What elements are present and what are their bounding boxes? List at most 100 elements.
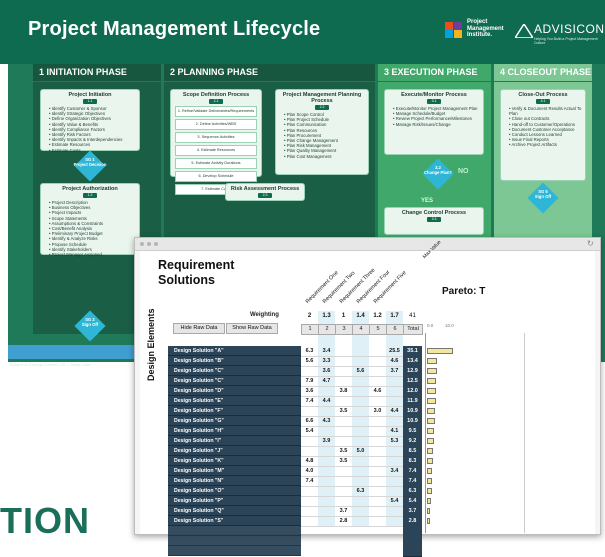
pareto-bar: [427, 468, 432, 474]
pareto-bar: [427, 498, 431, 504]
column-sort-button[interactable]: 1: [301, 324, 319, 335]
window-zoom-button[interactable]: [154, 242, 158, 246]
project-initiation-title: Project Initiation: [68, 92, 112, 98]
pareto-bar: [427, 348, 453, 354]
spreadsheet-content: Requirement Solutions Weighting Max Value…: [140, 239, 595, 557]
no-label: NO: [458, 168, 469, 175]
timeline-strip: [8, 345, 138, 359]
design-solution-row-label[interactable]: Design Solution "Q": [168, 506, 301, 516]
execute-monitor-list: Execute/Monitor Project Management PlanM…: [393, 106, 483, 127]
scope-step: 6. Develop Schedule: [175, 171, 257, 182]
pareto-bar: [427, 358, 437, 364]
risk-assessment-title: Risk Assessment Process: [230, 186, 300, 192]
design-solution-row-label[interactable]: Design Solution "D": [168, 386, 301, 396]
phase-header-execution: 3 EXECUTION PHASE: [378, 64, 491, 81]
weight-cell[interactable]: 1.7: [386, 311, 403, 321]
change-control-badge: 3.3: [427, 217, 441, 222]
weight-cell[interactable]: 2: [301, 311, 318, 321]
design-solution-row-label[interactable]: Design Solution "P": [168, 496, 301, 506]
design-solution-row-label[interactable]: Design Solution "A": [168, 346, 301, 356]
window-close-button[interactable]: [140, 242, 144, 246]
close-out-box: Close-Out Process 4.1 Verify & Document …: [500, 89, 586, 181]
list-item: Project Manager Assigned: [49, 252, 139, 257]
pareto-bar: [427, 508, 430, 514]
refresh-icon[interactable]: ↻: [587, 239, 594, 248]
list-item: Estimate Costs: [49, 148, 139, 153]
total-sort-button[interactable]: Total: [403, 324, 423, 335]
close-out-title: Close-Out Process: [518, 92, 568, 98]
phase-header-initiation: 1 INITIATION PHASE: [33, 64, 161, 81]
weight-cell[interactable]: 1: [335, 311, 352, 321]
column-sort-button[interactable]: 6: [386, 324, 404, 335]
weight-cell[interactable]: 1.3: [318, 311, 335, 321]
score-cell[interactable]: [369, 516, 386, 527]
pareto-bar: [427, 368, 437, 374]
design-solution-row-label[interactable]: Design Solution "C": [168, 366, 301, 376]
pareto-bar: [427, 378, 436, 384]
pareto-bar: [427, 408, 435, 414]
column-sort-button[interactable]: 3: [335, 324, 353, 335]
close-out-list: Verify & Document Results Actual To Plan…: [509, 106, 585, 148]
design-solution-row-label[interactable]: Design Solution "N": [168, 476, 301, 486]
list-item: Review Project Performance/Milestones: [393, 116, 483, 121]
column-sort-button[interactable]: 5: [369, 324, 387, 335]
score-cell[interactable]: [318, 516, 335, 527]
advisicon-logo-icon: [515, 24, 533, 38]
design-solution-row-label[interactable]: Design Solution "J": [168, 446, 301, 456]
pm-planning-title: Project Management Planning Process: [282, 92, 362, 104]
weight-cell[interactable]: 1.2: [369, 311, 386, 321]
design-solution-row-label[interactable]: Design Solution "M": [168, 466, 301, 476]
score-cell[interactable]: [301, 516, 318, 527]
weight-cell[interactable]: 1.4: [352, 311, 369, 321]
pareto-bar: [427, 428, 434, 434]
scope-step: 2. Define Activities/WBS: [175, 119, 257, 130]
scope-definition-title: Scope Definition Process: [182, 92, 250, 98]
pareto-bar: [427, 388, 436, 394]
design-solution-row-label[interactable]: Design Solution "B": [168, 356, 301, 366]
risk-assessment-box: Risk Assessment Process 2.3: [225, 183, 305, 201]
list-item: Verify & Document Results Actual To Plan: [509, 106, 585, 116]
score-cell[interactable]: [386, 516, 403, 527]
design-solution-row-label[interactable]: Design Solution "I": [168, 436, 301, 446]
pm-planning-badge: 2.2: [315, 105, 329, 110]
design-solution-row-label[interactable]: Design Solution "C": [168, 376, 301, 386]
change-control-title: Change Control Process: [401, 210, 467, 216]
pm-planning-list: Plan Scope ControlPlan Project ScheduleP…: [284, 112, 368, 159]
advisicon-logo-text: ADVISICON: [534, 22, 605, 36]
project-authorization-list: Project DescriptionBusiness ObjectivesPr…: [49, 200, 139, 257]
design-solution-row-label[interactable]: Design Solution "G": [168, 416, 301, 426]
pareto-bar: [427, 478, 432, 484]
project-authorization-box: Project Authorization 1.2 Project Descri…: [40, 183, 140, 257]
empty-row: [168, 546, 301, 556]
pareto-bar: [427, 448, 433, 454]
column-sort-button[interactable]: 2: [318, 324, 336, 335]
design-solution-row-label[interactable]: Design Solution "K": [168, 456, 301, 466]
project-initiation-list: Identify Customer & SponsorIdentify Stra…: [49, 106, 139, 153]
empty-row: [168, 526, 301, 536]
score-cell[interactable]: 2.8: [335, 516, 352, 527]
yes-label: YES: [421, 198, 434, 204]
phase-header-closeout: 4 CLOSEOUT PHASE: [494, 64, 592, 81]
scope-definition-badge: 2.1: [209, 99, 223, 104]
design-solution-row-label[interactable]: Design Solution "O": [168, 486, 301, 496]
empty-total-cell: [403, 546, 422, 557]
score-cell[interactable]: [352, 516, 369, 527]
pareto-frame: [425, 333, 525, 533]
pmi-logo-text: Project Management Institute.: [467, 19, 504, 38]
design-solution-row-label[interactable]: Design Solution "S": [168, 516, 301, 526]
closeout-sign-off-label: SG 5 Sign Off: [534, 189, 552, 199]
pareto-bar: [427, 438, 434, 444]
design-solution-row-label[interactable]: Design Solution "E": [168, 396, 301, 406]
pareto-bar: [427, 458, 433, 464]
list-item: Manage Risk/Issues/Change: [393, 122, 483, 127]
scope-definition-box: Scope Definition Process 2.1 1. Refine/V…: [170, 89, 262, 195]
scope-step: 1. Refine/Validate Deliverables/Requirem…: [175, 106, 257, 117]
design-solution-row-label[interactable]: Design Solution "F": [168, 406, 301, 416]
pareto-tick: 10.0: [445, 323, 454, 328]
column-sort-button[interactable]: 4: [352, 324, 370, 335]
design-solution-row-label[interactable]: Design Solution "H": [168, 426, 301, 436]
window-minimize-button[interactable]: [147, 242, 151, 246]
list-item: Plan Cost Management: [284, 154, 368, 159]
max-value-cell: 41: [409, 313, 416, 319]
window-titlebar[interactable]: [135, 238, 600, 251]
